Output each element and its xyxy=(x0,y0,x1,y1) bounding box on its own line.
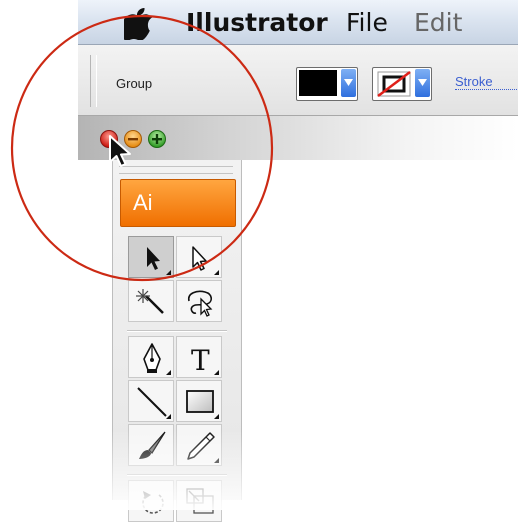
panel-grip[interactable] xyxy=(119,166,233,174)
pencil-tool[interactable] xyxy=(176,424,222,466)
lasso-icon xyxy=(187,290,213,317)
magic-wand-tool[interactable] xyxy=(128,280,174,322)
selection-tool[interactable] xyxy=(128,236,174,278)
fill-color-chip xyxy=(299,70,337,96)
ai-logo-badge: Ai xyxy=(120,179,236,227)
pen-tool[interactable] xyxy=(128,336,174,378)
menu-file[interactable]: File xyxy=(346,8,388,37)
scale-icon xyxy=(186,488,214,514)
menu-edit[interactable]: Edit xyxy=(414,8,462,37)
magic-wand-icon xyxy=(136,289,164,314)
line-tool[interactable] xyxy=(128,380,174,422)
direct-selection-tool[interactable] xyxy=(176,236,222,278)
control-bar-grip[interactable] xyxy=(90,55,97,107)
svg-text:T: T xyxy=(191,344,210,377)
tools-panel: Ai T xyxy=(112,160,242,522)
control-bar: Group Stroke xyxy=(78,45,518,116)
paintbrush-icon xyxy=(139,431,166,459)
scale-tool[interactable] xyxy=(176,480,222,522)
ai-badge-label: Ai xyxy=(133,190,153,215)
rotate-icon xyxy=(142,491,164,514)
stroke-link[interactable]: Stroke xyxy=(455,74,518,90)
stroke-dropdown-arrow-icon[interactable] xyxy=(415,69,430,97)
zoom-button[interactable] xyxy=(148,130,166,148)
no-stroke-icon xyxy=(377,71,411,97)
menu-bar: Illustrator File Edit xyxy=(78,0,518,45)
lasso-tool[interactable] xyxy=(176,280,222,322)
selection-type-label: Group xyxy=(116,76,153,91)
fill-color-swatch[interactable] xyxy=(296,67,358,101)
rectangle-tool[interactable] xyxy=(176,380,222,422)
paintbrush-tool[interactable] xyxy=(128,424,174,466)
tools-panel-titlebar[interactable] xyxy=(78,116,518,160)
mouse-pointer-icon xyxy=(107,134,135,175)
fill-dropdown-arrow-icon[interactable] xyxy=(341,69,356,97)
type-tool[interactable]: T xyxy=(176,336,222,378)
stroke-color-swatch[interactable] xyxy=(372,67,432,101)
apple-logo-icon[interactable] xyxy=(120,6,154,41)
menu-illustrator[interactable]: Illustrator xyxy=(186,8,328,37)
rotate-tool[interactable] xyxy=(128,480,174,522)
zoom-icon xyxy=(148,130,166,148)
